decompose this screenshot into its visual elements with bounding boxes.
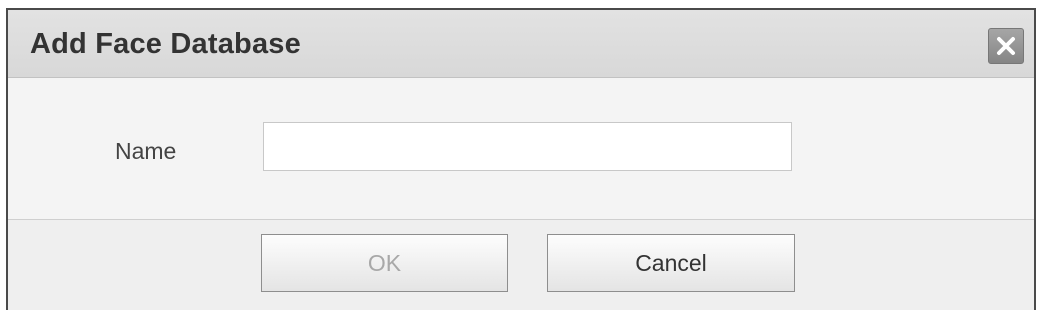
cancel-button[interactable]: Cancel <box>547 234 795 292</box>
add-face-database-dialog: Add Face Database Name OK Cancel <box>6 8 1036 310</box>
close-icon <box>997 37 1015 55</box>
dialog-body: Name <box>8 78 1034 220</box>
dialog-titlebar: Add Face Database <box>8 10 1034 78</box>
name-input[interactable] <box>263 122 792 171</box>
dialog-footer: OK Cancel <box>8 220 1034 310</box>
close-button[interactable] <box>988 28 1024 64</box>
name-label: Name <box>115 138 177 164</box>
dialog-title: Add Face Database <box>30 28 301 60</box>
ok-button[interactable]: OK <box>261 234 508 292</box>
